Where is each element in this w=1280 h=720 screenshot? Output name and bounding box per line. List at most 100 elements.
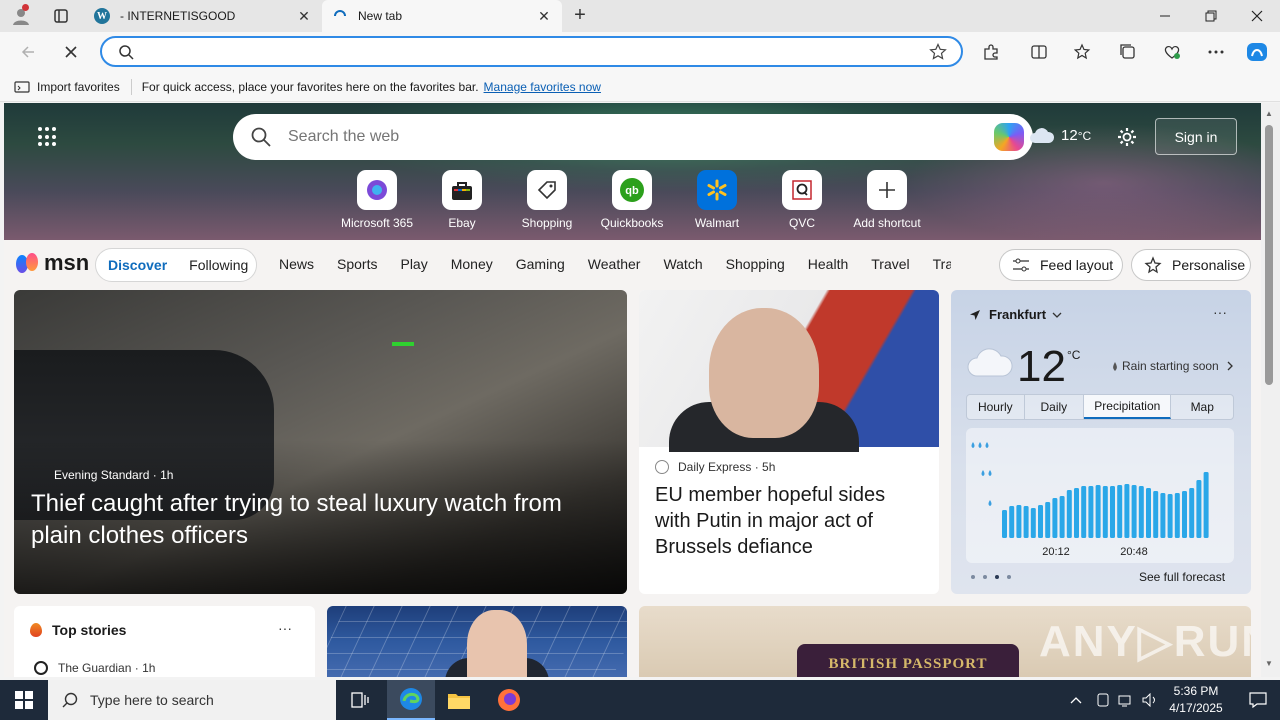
- show-hidden-icons-button[interactable]: [1070, 680, 1082, 720]
- web-search-input[interactable]: [288, 126, 978, 148]
- shortcut-microsoft-365[interactable]: Microsoft 365: [332, 170, 422, 230]
- shortcut-quickbooks[interactable]: qb Quickbooks: [587, 170, 677, 230]
- scrollbar-thumb[interactable]: [1265, 125, 1273, 385]
- tab-actions-button[interactable]: [48, 4, 74, 28]
- shortcut-qvc[interactable]: QVC: [757, 170, 847, 230]
- tab-discover[interactable]: Discover: [108, 257, 167, 273]
- precipitation-bar: [1160, 493, 1166, 538]
- weather-more-button[interactable]: ···: [1213, 304, 1227, 320]
- shortcut-label: Add shortcut: [853, 216, 921, 230]
- personalise-label: Personalise: [1172, 257, 1246, 273]
- scroll-up-arrow-icon[interactable]: ▲: [1265, 109, 1273, 118]
- web-search-box[interactable]: [233, 114, 1033, 160]
- weather-condition[interactable]: Rain starting soon: [1112, 359, 1233, 373]
- msn-logo[interactable]: msn: [16, 250, 89, 276]
- action-center-button[interactable]: [1236, 680, 1280, 720]
- personalise-button[interactable]: Personalise: [1131, 249, 1251, 281]
- copilot-button[interactable]: [1243, 38, 1271, 66]
- extensions-button[interactable]: [977, 38, 1005, 66]
- gear-icon: [1118, 128, 1136, 146]
- add-shortcut-button[interactable]: Add shortcut: [842, 170, 932, 230]
- main-story-card[interactable]: Evening Standard · 1h Thief caught after…: [14, 290, 627, 594]
- copilot-search-icon[interactable]: [994, 123, 1024, 151]
- hero-temperature: 12: [1061, 127, 1078, 144]
- tray-network[interactable]: [1118, 680, 1134, 720]
- new-tab-button[interactable]: +: [568, 4, 592, 28]
- collections-button[interactable]: [1114, 38, 1142, 66]
- nav-shopping[interactable]: Shopping: [726, 256, 785, 272]
- close-window-button[interactable]: [1234, 0, 1280, 32]
- browser-essentials-button[interactable]: [1158, 38, 1186, 66]
- taskbar-file-explorer[interactable]: [435, 680, 483, 720]
- precipitation-bar: [1045, 502, 1051, 538]
- tab-map[interactable]: Map: [1171, 395, 1233, 419]
- address-input[interactable]: [142, 42, 922, 62]
- nav-watch[interactable]: Watch: [663, 256, 702, 272]
- taskbar-search-box[interactable]: Type here to search: [48, 680, 336, 720]
- minimize-button[interactable]: [1142, 0, 1188, 32]
- favorites-button[interactable]: [1069, 38, 1097, 66]
- feed-layout-button[interactable]: Feed layout: [999, 249, 1123, 281]
- nav-gaming[interactable]: Gaming: [516, 256, 565, 272]
- page-scrollbar[interactable]: ▲ ▼: [1261, 103, 1280, 677]
- tab-internetisgood[interactable]: W - INTERNETISGOOD ✕: [84, 0, 322, 32]
- stop-loading-button[interactable]: [57, 38, 85, 66]
- favorite-star-icon[interactable]: [929, 43, 947, 61]
- story-card[interactable]: [327, 606, 627, 677]
- start-button[interactable]: [0, 680, 48, 720]
- restore-button[interactable]: [1188, 0, 1234, 32]
- tray-volume[interactable]: [1142, 680, 1158, 720]
- nav-news[interactable]: News: [279, 256, 314, 272]
- precipitation-bar: [1189, 488, 1195, 538]
- weather-location[interactable]: Frankfurt: [969, 307, 1062, 322]
- import-favorites-button[interactable]: Import favorites: [14, 80, 120, 94]
- close-tab-icon[interactable]: ✕: [536, 8, 552, 25]
- story-headline[interactable]: Thief caught after trying to steal luxur…: [31, 488, 611, 552]
- source-name: The Guardian: [58, 661, 132, 675]
- tab-precipitation[interactable]: Precipitation: [1084, 395, 1172, 419]
- taskbar-clock[interactable]: 5:36 PM 4/17/2025: [1160, 683, 1232, 717]
- close-tab-icon[interactable]: ✕: [296, 8, 312, 25]
- profile-button[interactable]: [8, 4, 34, 28]
- sign-in-button[interactable]: Sign in: [1155, 118, 1237, 155]
- tab-new-tab[interactable]: New tab ✕: [322, 0, 562, 32]
- nav-weather[interactable]: Weather: [588, 256, 641, 272]
- story-card[interactable]: Daily Express · 5h EU member hopeful sid…: [639, 290, 939, 594]
- story-card[interactable]: BRITISH PASSPORT ANY▷RUN: [639, 606, 1251, 677]
- tab-following[interactable]: Following: [189, 257, 248, 273]
- nav-health[interactable]: Health: [808, 256, 848, 272]
- top-stories-more-button[interactable]: ···: [278, 620, 292, 636]
- scroll-down-arrow-icon[interactable]: ▼: [1265, 659, 1273, 668]
- story-headline[interactable]: EU member hopeful sides with Putin in ma…: [655, 482, 925, 560]
- page-settings-button[interactable]: [1116, 126, 1138, 151]
- nav-play[interactable]: Play: [400, 256, 427, 272]
- tab-hourly[interactable]: Hourly: [967, 395, 1025, 419]
- see-full-forecast-link[interactable]: See full forecast: [1139, 570, 1225, 584]
- taskbar-edge[interactable]: [387, 680, 435, 720]
- task-view-button[interactable]: [336, 680, 384, 720]
- app-launcher-icon[interactable]: [38, 127, 58, 147]
- plus-icon: [867, 170, 907, 210]
- nav-sports[interactable]: Sports: [337, 256, 377, 272]
- shortcut-walmart[interactable]: Walmart: [672, 170, 762, 230]
- nav-money[interactable]: Money: [451, 256, 493, 272]
- carousel-dots[interactable]: [971, 575, 1019, 579]
- shortcut-ebay[interactable]: Ebay: [417, 170, 507, 230]
- tab-daily[interactable]: Daily: [1025, 395, 1085, 419]
- back-button[interactable]: [14, 38, 42, 66]
- shortcut-shopping[interactable]: Shopping: [502, 170, 592, 230]
- top-stories-card: Top stories ··· The Guardian · 1h: [14, 606, 315, 677]
- top-stories-header[interactable]: Top stories: [30, 622, 126, 638]
- split-screen-button[interactable]: [1025, 38, 1053, 66]
- manage-favorites-link[interactable]: Manage favorites now: [484, 80, 601, 94]
- collections-icon: [1120, 44, 1135, 59]
- address-bar[interactable]: [100, 36, 963, 67]
- wordpress-icon: W: [94, 8, 110, 24]
- taskbar-firefox[interactable]: [485, 680, 533, 720]
- settings-menu-button[interactable]: [1202, 38, 1230, 66]
- hero-weather-widget[interactable]: 12°C: [1029, 127, 1091, 144]
- tray-device-icon[interactable]: [1096, 680, 1110, 720]
- nav-traffic[interactable]: Tra: [933, 256, 951, 272]
- drops-medium-icon: [981, 470, 992, 476]
- nav-travel[interactable]: Travel: [871, 256, 909, 272]
